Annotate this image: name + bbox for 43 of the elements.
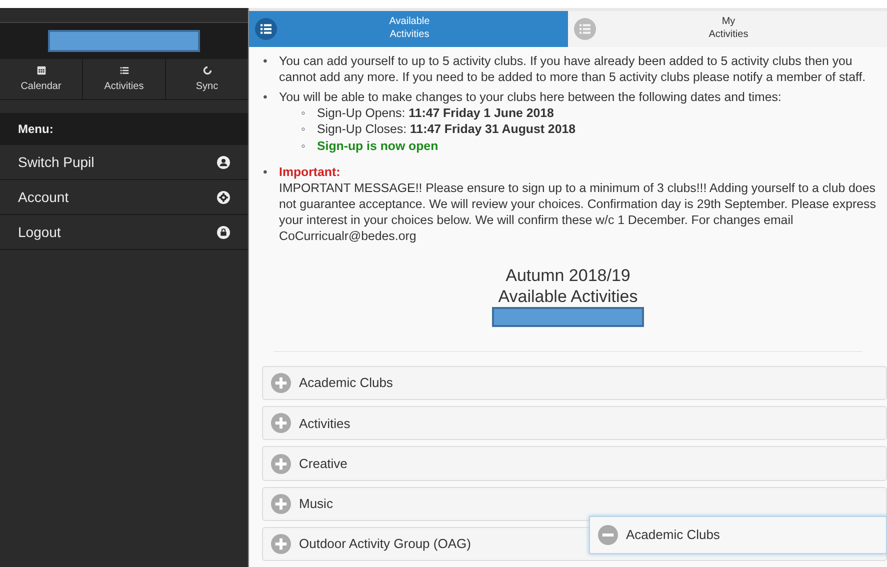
date-text: Sign-Up Opens: 11:47 Friday 1 June 2018: [317, 105, 554, 122]
nav-button[interactable]: Sync: [166, 59, 248, 99]
expand-icon: [271, 494, 291, 514]
important-message: IMPORTANT MESSAGE!! Please ensure to sign up to a minimum of 3 clubs!!! Adding yourself to a club does not guarantee acceptance. We will review your choices. Confirmation day is 29th September. Please express your interest in your choices below. We will confirm these w/c 1 December. For changes email CoCurricualr@bedes.org: [279, 180, 877, 244]
tab[interactable]: My Activities: [568, 11, 887, 47]
nav-button[interactable]: Activities: [83, 59, 166, 99]
settings-icon: [217, 190, 230, 204]
bullet-marker: •: [263, 164, 268, 181]
page-heading: Autumn 2018/19: [504, 266, 632, 287]
accordion-header[interactable]: Music: [262, 486, 887, 521]
expand-icon: [271, 413, 291, 434]
sync-icon: [202, 65, 212, 76]
bullet-marker: •: [263, 89, 268, 106]
bullet-marker: ◦: [301, 138, 306, 154]
info-text: You will be able to make changes to your clubs here between the following dates and times:: [279, 89, 782, 106]
nav-button[interactable]: Calendar: [0, 59, 83, 99]
menu-item[interactable]: Switch Pupil: [0, 145, 248, 180]
list-icon: [118, 65, 130, 76]
bullet-marker: •: [263, 52, 268, 70]
menu-item[interactable]: Account: [0, 180, 248, 215]
bullet-marker: ◦: [301, 105, 306, 122]
signup-status: Sign-up is now open: [317, 138, 438, 154]
list-icon: [255, 18, 277, 40]
menu-item[interactable]: Logout: [0, 215, 248, 250]
expand-icon: [271, 373, 291, 394]
accordion-header[interactable]: Academic Clubs: [262, 366, 887, 400]
list-icon: [574, 18, 596, 40]
expand-icon: [271, 454, 291, 474]
important-heading: Important:: [279, 164, 342, 180]
bullet-marker: ◦: [301, 121, 306, 138]
accordion-header[interactable]: Creative: [262, 446, 887, 481]
page-heading: Available Activities: [497, 286, 639, 308]
expand-icon: [271, 534, 291, 554]
drag-preview-tooltip[interactable]: Academic Clubs: [589, 516, 887, 554]
collapse-icon: [598, 525, 618, 545]
lock-icon: [217, 226, 230, 238]
tab[interactable]: Available Activities: [249, 11, 568, 47]
calendar-icon: [36, 65, 46, 76]
date-text: Sign-Up Closes: 11:47 Friday 31 August 2018: [317, 121, 576, 138]
accordion-header[interactable]: Activities: [262, 406, 887, 440]
info-text: You can add yourself to up to 5 activity clubs. If you have already been added to 5 activity clubs then you cannot add any more. If you need to be added to more than 5 activity clubs please notify a member of staff.: [279, 52, 867, 86]
menu-heading: Menu:: [0, 113, 248, 145]
user-icon: [217, 156, 230, 168]
